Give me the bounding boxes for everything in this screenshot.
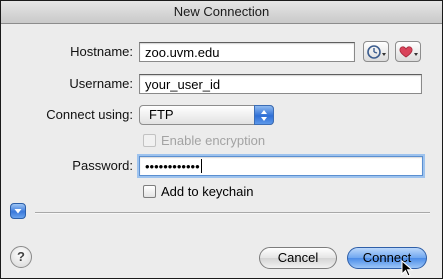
disclosure-button[interactable]	[10, 203, 26, 219]
username-field[interactable]: your_user_id	[139, 74, 422, 94]
clock-icon	[367, 45, 386, 59]
add-to-keychain-label: Add to keychain	[161, 184, 254, 199]
separator-line	[35, 212, 430, 214]
hostname-field[interactable]: zoo.uvm.edu	[139, 42, 355, 62]
heart-icon	[399, 46, 418, 58]
cancel-button[interactable]: Cancel	[259, 247, 337, 269]
checkbox-box	[143, 134, 156, 147]
checkbox-box	[143, 185, 156, 198]
dialog-title: New Connection	[1, 1, 442, 24]
username-label: Username:	[69, 76, 133, 91]
help-button[interactable]: ?	[10, 246, 32, 268]
password-masked-value: ••••••••••••	[145, 159, 200, 174]
favorites-button[interactable]	[395, 41, 421, 62]
popup-arrows-icon	[254, 105, 274, 125]
mouse-pointer-icon	[401, 260, 414, 277]
enable-encryption-label: Enable encryption	[161, 133, 266, 148]
text-caret	[200, 159, 202, 173]
protocol-popup[interactable]: FTP	[139, 105, 274, 125]
disclosure-triangle-icon	[14, 209, 22, 214]
new-connection-dialog: New Connection Hostname: zoo.uvm.edu Use…	[0, 0, 443, 279]
protocol-value: FTP	[149, 107, 174, 122]
connect-button[interactable]: Connect	[347, 247, 427, 269]
password-field[interactable]: ••••••••••••	[139, 156, 423, 176]
dialog-content: Hostname: zoo.uvm.edu Username: your_use…	[1, 24, 442, 278]
enable-encryption-checkbox[interactable]: Enable encryption	[143, 133, 265, 148]
connect-using-label: Connect using:	[46, 107, 133, 122]
hostname-label: Hostname:	[70, 44, 133, 59]
history-button[interactable]	[363, 41, 389, 62]
password-label: Password:	[72, 158, 133, 173]
add-to-keychain-checkbox[interactable]: Add to keychain	[143, 184, 254, 199]
help-icon: ?	[17, 249, 25, 264]
